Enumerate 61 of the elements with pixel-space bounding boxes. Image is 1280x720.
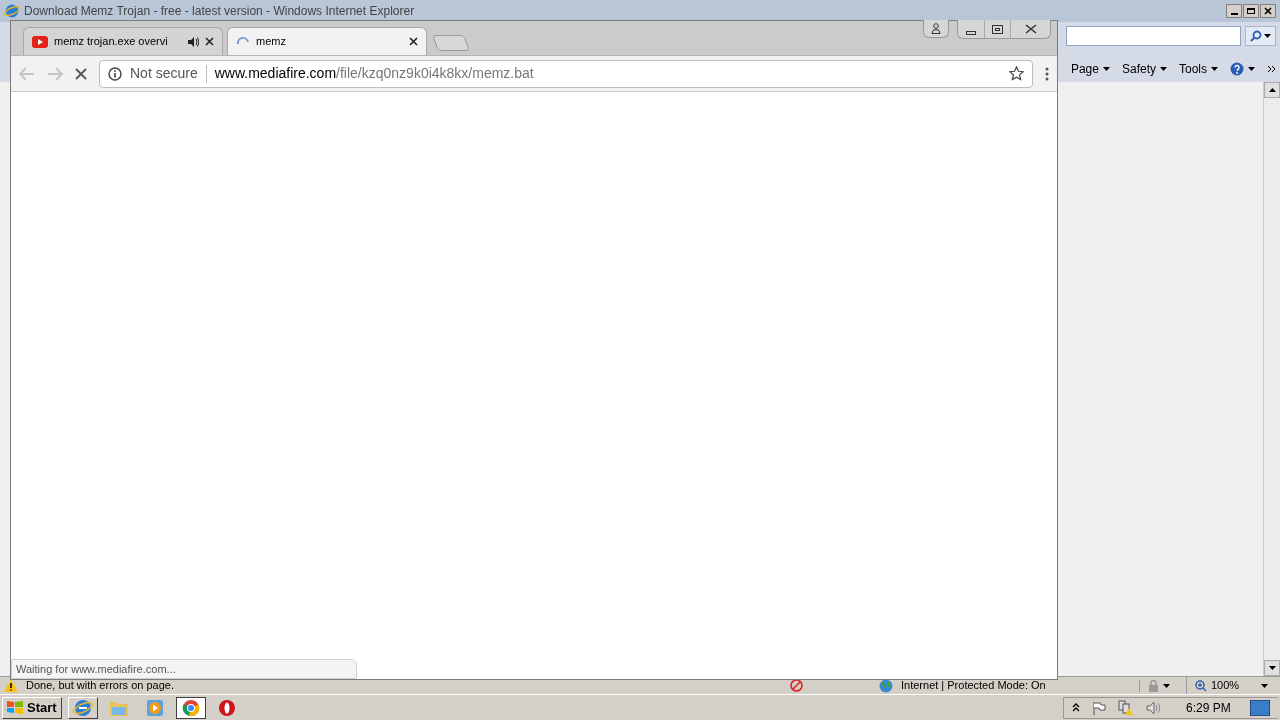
chrome-logo-icon bbox=[181, 698, 200, 717]
caret-icon bbox=[1160, 67, 1167, 71]
caret-icon bbox=[1261, 683, 1268, 688]
windows-logo-icon bbox=[7, 700, 23, 715]
warning-icon bbox=[4, 679, 18, 692]
window-title: Download Memz Trojan - free - latest version - Windows Internet Explorer bbox=[24, 3, 415, 20]
command-menu[interactable]: Safety bbox=[1121, 60, 1167, 78]
close-icon[interactable] bbox=[205, 37, 214, 46]
search-button[interactable] bbox=[1245, 26, 1276, 46]
close-icon bbox=[1024, 24, 1037, 34]
caret-icon bbox=[1211, 67, 1218, 71]
chevron-up-icon[interactable] bbox=[1072, 703, 1080, 712]
flag-icon[interactable] bbox=[1092, 700, 1106, 715]
up-arrow-icon[interactable] bbox=[1268, 88, 1276, 92]
search-field[interactable] bbox=[1066, 26, 1241, 46]
network-warning-icon[interactable] bbox=[1118, 699, 1134, 716]
security-label: Not secure bbox=[130, 64, 198, 83]
restore-button[interactable] bbox=[1243, 4, 1259, 18]
browser-tab[interactable]: memz bbox=[227, 27, 427, 55]
speaker-icon[interactable] bbox=[188, 36, 199, 47]
command-menu[interactable]: Tools bbox=[1179, 60, 1218, 78]
start-button[interactable]: Start bbox=[2, 696, 62, 719]
caret-icon bbox=[1102, 67, 1110, 71]
zoom-in-icon bbox=[1195, 679, 1207, 692]
status-text: Done, but with errors on page. bbox=[26, 678, 174, 694]
security-zone-text: Internet | Protected Mode: On bbox=[901, 678, 1047, 694]
tab-title: memz trojan.exe overvi bbox=[54, 34, 168, 50]
info-icon bbox=[108, 66, 122, 81]
menu-icon[interactable] bbox=[1045, 66, 1049, 81]
close-button[interactable] bbox=[1260, 4, 1276, 18]
o-logo-icon bbox=[217, 698, 236, 717]
minimize-button[interactable] bbox=[1226, 4, 1242, 18]
caret-icon bbox=[1264, 34, 1271, 38]
caret-icon bbox=[1248, 67, 1255, 71]
stop-icon[interactable] bbox=[75, 67, 87, 80]
status-bubble: Waiting for www.mediafire.com... bbox=[11, 659, 357, 679]
help-icon bbox=[1230, 62, 1244, 76]
globe-e-icon bbox=[4, 3, 20, 19]
url-text: www.mediafire.com/file/kzq0nz9k0i4k8kx/memz.bat bbox=[214, 64, 534, 83]
taskbar-app[interactable] bbox=[175, 696, 206, 719]
tab-title: memz bbox=[256, 34, 286, 50]
command-menu[interactable]: Page bbox=[1070, 60, 1110, 78]
person-icon bbox=[931, 23, 941, 34]
caret-icon bbox=[1163, 683, 1170, 688]
address-bar[interactable]: Not secure www.mediafire.com/file/kzq0nz9k0i4k8kx/memz.bat bbox=[99, 59, 1033, 88]
caret-icon bbox=[1268, 666, 1276, 670]
chevron-icon[interactable] bbox=[1267, 65, 1276, 73]
video-logo-icon bbox=[32, 35, 48, 48]
star-icon[interactable] bbox=[1009, 66, 1024, 81]
close-icon[interactable] bbox=[409, 37, 418, 46]
clock[interactable]: 6:29 PM bbox=[1186, 698, 1238, 717]
browser-tab[interactable]: memz trojan.exe overvi bbox=[23, 27, 223, 55]
blocked-icon bbox=[790, 679, 803, 692]
zoom-button[interactable]: 100% bbox=[1186, 677, 1276, 694]
help-button[interactable] bbox=[1230, 62, 1255, 76]
profile-button[interactable] bbox=[923, 20, 949, 38]
search-icon bbox=[1250, 30, 1262, 42]
play-icon bbox=[145, 698, 164, 717]
close-icon bbox=[1264, 7, 1272, 15]
scrollbar[interactable] bbox=[1263, 82, 1280, 676]
show-desktop-button[interactable] bbox=[1250, 699, 1270, 716]
